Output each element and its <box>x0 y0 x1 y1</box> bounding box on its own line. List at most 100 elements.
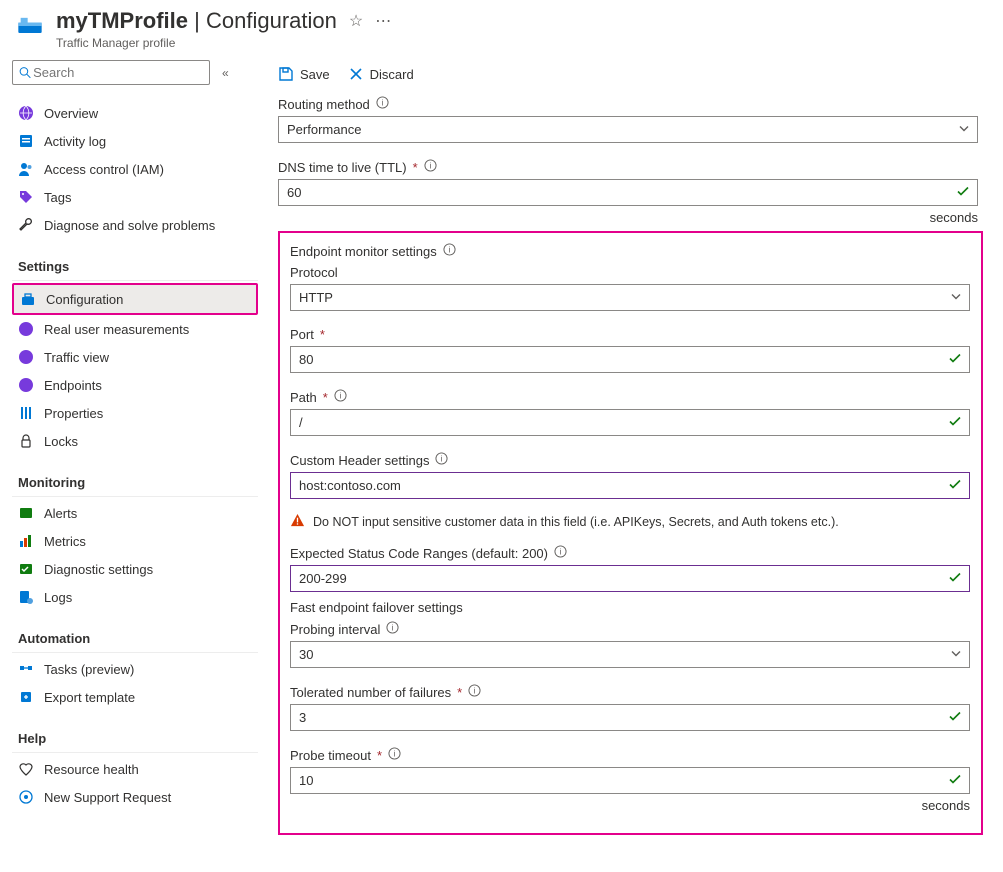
tolerated-failures-label: Tolerated number of failures <box>290 685 451 700</box>
sidebar-search[interactable] <box>12 60 210 85</box>
save-button[interactable]: Save <box>278 66 330 82</box>
expected-status-input[interactable] <box>290 565 970 592</box>
sidebar-item-tasks[interactable]: Tasks (preview) <box>12 655 258 683</box>
sidebar-heading-monitoring: Monitoring <box>12 469 258 497</box>
favorite-star-icon[interactable]: ☆ <box>349 11 363 31</box>
diagnostic-icon <box>18 561 34 577</box>
info-icon[interactable]: i <box>424 159 437 175</box>
svg-text:i: i <box>339 390 341 400</box>
probing-interval-select[interactable]: 30 <box>290 641 970 668</box>
dns-ttl-input[interactable] <box>278 179 978 206</box>
svg-text:i: i <box>474 685 476 695</box>
probe-timeout-input[interactable] <box>290 767 970 794</box>
sidebar-item-configuration[interactable]: Configuration <box>14 285 256 313</box>
protocol-select[interactable]: HTTP <box>290 284 970 311</box>
sidebar-item-real-user-measurements[interactable]: Real user measurements <box>12 315 258 343</box>
sidebar-item-export-template[interactable]: Export template <box>12 683 258 711</box>
valid-check-icon <box>948 351 962 368</box>
chevron-down-icon <box>950 290 962 305</box>
routing-method-select[interactable]: Performance <box>278 116 978 143</box>
info-icon[interactable]: i <box>554 545 567 561</box>
sidebar-item-locks[interactable]: Locks <box>12 427 258 455</box>
info-icon[interactable]: i <box>435 452 448 468</box>
endpoint-monitor-heading: Endpoint monitor settings <box>290 244 437 259</box>
info-icon[interactable]: i <box>376 96 389 112</box>
port-input[interactable] <box>290 346 970 373</box>
sidebar-item-properties[interactable]: Properties <box>12 399 258 427</box>
search-icon <box>19 66 31 79</box>
endpoint-monitor-section: Endpoint monitor settings i Protocol HTT… <box>278 231 983 835</box>
sidebar-item-diagnostic-settings[interactable]: Diagnostic settings <box>12 555 258 583</box>
sidebar-item-label: Activity log <box>44 134 106 149</box>
info-icon[interactable]: i <box>386 621 399 637</box>
globe-icon <box>18 377 34 393</box>
sidebar-item-new-support-request[interactable]: New Support Request <box>12 783 258 811</box>
path-label: Path <box>290 390 317 405</box>
resource-type-label: Traffic Manager profile <box>56 36 987 50</box>
activity-log-icon <box>18 133 34 149</box>
wrench-icon <box>18 217 34 233</box>
sidebar-item-label: Metrics <box>44 534 86 549</box>
chevron-down-icon <box>950 647 962 662</box>
expected-status-label: Expected Status Code Ranges (default: 20… <box>290 546 548 561</box>
dns-ttl-unit: seconds <box>278 210 978 225</box>
tasks-icon <box>18 661 34 677</box>
main-content: Save Discard Routing method i Performanc… <box>258 54 1003 855</box>
collapse-sidebar-icon[interactable]: « <box>218 62 233 84</box>
svg-text:i: i <box>394 748 396 758</box>
briefcase-icon <box>20 291 36 307</box>
sidebar-item-tags[interactable]: Tags <box>12 183 258 211</box>
info-icon[interactable]: i <box>443 243 456 259</box>
sidebar-item-logs[interactable]: Logs <box>12 583 258 611</box>
sidebar-item-label: Configuration <box>46 292 123 307</box>
save-icon <box>278 66 294 82</box>
sidebar-item-activity-log[interactable]: Activity log <box>12 127 258 155</box>
routing-method-value: Performance <box>287 122 361 137</box>
sidebar-item-alerts[interactable]: Alerts <box>12 499 258 527</box>
sidebar-item-label: Diagnostic settings <box>44 562 153 577</box>
sidebar: « Overview Activity log Access control (… <box>0 54 258 855</box>
svg-text:i: i <box>441 453 443 463</box>
required-asterisk: * <box>413 160 418 175</box>
sidebar-item-overview[interactable]: Overview <box>12 99 258 127</box>
sidebar-item-label: Overview <box>44 106 98 121</box>
sidebar-item-label: Properties <box>44 406 103 421</box>
lock-icon <box>18 433 34 449</box>
svg-text:i: i <box>381 97 383 107</box>
tag-icon <box>18 189 34 205</box>
more-menu-icon[interactable]: ⋯ <box>375 11 391 31</box>
required-asterisk: * <box>323 390 328 405</box>
custom-header-label: Custom Header settings <box>290 453 429 468</box>
custom-header-input[interactable] <box>290 472 970 499</box>
sidebar-item-resource-health[interactable]: Resource health <box>12 755 258 783</box>
path-input[interactable] <box>290 409 970 436</box>
info-icon[interactable]: i <box>388 747 401 763</box>
sidebar-item-label: Alerts <box>44 506 77 521</box>
sidebar-item-traffic-view[interactable]: Traffic view <box>12 343 258 371</box>
sidebar-item-endpoints[interactable]: Endpoints <box>12 371 258 399</box>
sidebar-item-label: Tags <box>44 190 71 205</box>
sidebar-item-label: Logs <box>44 590 72 605</box>
sidebar-heading-automation: Automation <box>12 625 258 653</box>
close-icon <box>348 66 364 82</box>
sidebar-item-metrics[interactable]: Metrics <box>12 527 258 555</box>
people-icon <box>18 161 34 177</box>
sidebar-search-input[interactable] <box>31 64 203 81</box>
globe-icon <box>18 321 34 337</box>
support-icon <box>18 789 34 805</box>
sidebar-item-access-control[interactable]: Access control (IAM) <box>12 155 258 183</box>
required-asterisk: * <box>457 685 462 700</box>
tolerated-failures-input[interactable] <box>290 704 970 731</box>
protocol-value: HTTP <box>299 290 333 305</box>
info-icon[interactable]: i <box>334 389 347 405</box>
discard-button[interactable]: Discard <box>348 66 414 82</box>
sidebar-item-label: Diagnose and solve problems <box>44 218 215 233</box>
traffic-manager-icon <box>16 12 44 40</box>
globe-icon <box>18 349 34 365</box>
sidebar-item-label: Real user measurements <box>44 322 189 337</box>
info-icon[interactable]: i <box>468 684 481 700</box>
warning-message: Do NOT input sensitive customer data in … <box>290 513 971 531</box>
sidebar-item-diagnose[interactable]: Diagnose and solve problems <box>12 211 258 239</box>
probe-timeout-unit: seconds <box>290 798 970 813</box>
page-section-name: Configuration <box>206 8 337 33</box>
